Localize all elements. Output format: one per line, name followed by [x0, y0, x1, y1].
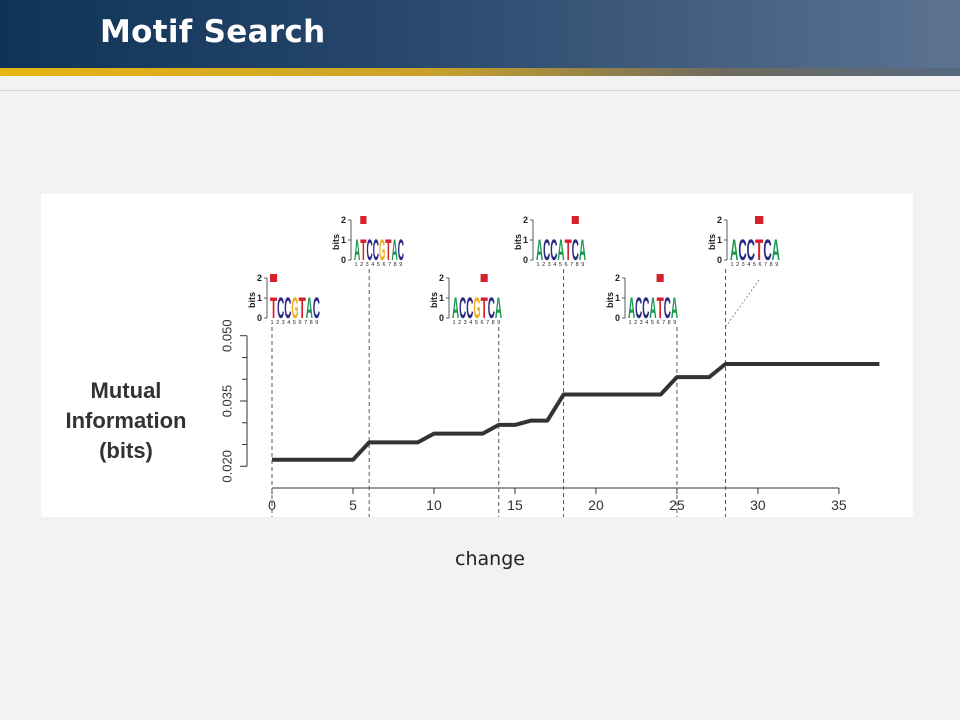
logo-axis-tick-label: 2 — [439, 273, 444, 283]
logo-axis-tick-label: 1 — [257, 293, 262, 303]
mutual-information-line — [272, 362, 880, 462]
sequence-logo: 012bits1 2 3 4 5 6 7 8 9A C C A T C A — [513, 215, 586, 268]
y-axis-label-line: Mutual — [91, 378, 162, 403]
logo-axis-label: bits — [247, 292, 257, 308]
logo-letter: A — [649, 292, 656, 325]
logo-letter: C — [466, 292, 473, 325]
logo-letter: A — [306, 292, 313, 325]
logo-letter: C — [747, 234, 755, 267]
logo-letter: A — [452, 292, 459, 325]
header-accent-bar — [0, 68, 960, 76]
logo-connector — [725, 279, 760, 328]
logo-letter: C — [550, 234, 557, 267]
logo-letter: A — [671, 292, 678, 325]
logo-marker — [656, 274, 664, 282]
logo-letter: G — [473, 292, 480, 325]
mutual-information-chart: Mutual Information (bits) 0.020 0.035 0.05… — [66, 215, 880, 517]
logo-letter: T — [481, 292, 488, 325]
y-axis-label-line: Information — [66, 408, 187, 433]
logo-marker — [270, 274, 278, 282]
logo-letter: A — [730, 234, 738, 267]
logo-letter: C — [543, 234, 550, 267]
y-axis-label-line: (bits) — [99, 438, 153, 463]
logo-letter: C — [488, 292, 495, 325]
logo-letter: A — [579, 234, 586, 267]
logo-axis-label: bits — [429, 292, 439, 308]
logo-letter: C — [284, 292, 291, 325]
logo-axis-tick-label: 0 — [523, 255, 528, 265]
sequence-logo: 012bits1 2 3 4 5 6 7 8 9A C C T C A — [707, 215, 780, 268]
logo-letter: A — [628, 292, 635, 325]
y-tick-label: 0.050 — [219, 319, 234, 352]
logo-letter: A — [557, 234, 564, 267]
logo-axis-tick-label: 0 — [615, 313, 620, 323]
logo-axis-tick-label: 0 — [341, 255, 346, 265]
logo-letter: C — [664, 292, 671, 325]
logo-axis-tick-label: 1 — [523, 235, 528, 245]
logo-axis-label: bits — [331, 234, 341, 250]
slide-title: Motif Search — [100, 14, 326, 50]
logo-marker — [480, 274, 488, 282]
logo-axis-tick-label: 2 — [341, 215, 346, 225]
logo-letter: T — [565, 234, 572, 267]
logo-marker — [360, 216, 367, 224]
logo-letter: G — [291, 292, 298, 325]
logo-marker — [571, 216, 579, 224]
logo-letter: T — [657, 292, 664, 325]
chart-axes: 0.0200.0350.05005101520253035 — [219, 319, 846, 513]
logo-axis-tick-label: 0 — [439, 313, 444, 323]
logo-axis-label: bits — [707, 234, 717, 250]
x-tick-label: 30 — [750, 497, 766, 513]
logo-marker — [755, 216, 764, 224]
sequence-logo: 012bits1 2 3 4 5 6 7 8 9T C C G T A C — [247, 273, 320, 326]
logo-letter: C — [398, 234, 404, 267]
logo-letter: T — [270, 292, 277, 325]
logo-letter: C — [635, 292, 642, 325]
x-tick-label: 15 — [507, 497, 523, 513]
y-axis-label: Mutual Information (bits) — [66, 378, 187, 463]
x-tick-label: 35 — [831, 497, 847, 513]
logo-letter: C — [277, 292, 284, 325]
sequence-logo: 012bits1 2 3 4 5 6 7 8 9A T C C G T A C — [331, 215, 404, 268]
logo-axis-tick-label: 2 — [523, 215, 528, 225]
slide-header: Motif Search — [0, 0, 960, 68]
logo-letter: A — [536, 234, 543, 267]
mutual-information-figure: Mutual Information (bits) 0.020 0.035 0.05… — [41, 194, 913, 517]
y-tick-label: 0.035 — [219, 385, 234, 418]
change-point-lines — [271, 269, 760, 517]
logo-letter: C — [572, 234, 579, 267]
logo-letter: T — [755, 234, 763, 267]
logo-axis-label: bits — [605, 292, 615, 308]
x-tick-label: 10 — [426, 497, 442, 513]
logo-axis-label: bits — [513, 234, 523, 250]
figure-caption: change — [455, 548, 525, 570]
logo-axis-tick-label: 2 — [717, 215, 722, 225]
logo-letter: C — [313, 292, 320, 325]
logo-letter: C — [738, 234, 746, 267]
logo-letter: C — [642, 292, 649, 325]
x-tick-label: 5 — [349, 497, 357, 513]
logo-axis-tick-label: 2 — [257, 273, 262, 283]
logo-axis-tick-label: 1 — [717, 235, 722, 245]
logo-letter: A — [495, 292, 502, 325]
logo-letter: T — [299, 292, 306, 325]
logo-axis-tick-label: 1 — [615, 293, 620, 303]
header-divider — [0, 90, 960, 91]
logo-letter: C — [763, 234, 771, 267]
logo-axis-tick-label: 1 — [439, 293, 444, 303]
logo-axis-tick-label: 0 — [257, 313, 262, 323]
logo-letter: A — [772, 234, 780, 267]
x-tick-label: 20 — [588, 497, 604, 513]
logo-axis-tick-label: 0 — [717, 255, 722, 265]
y-tick-label: 0.020 — [219, 450, 234, 483]
logo-letter: C — [459, 292, 466, 325]
logo-axis-tick-label: 1 — [341, 235, 346, 245]
sequence-logo: 012bits1 2 3 4 5 6 7 8 9A C C A T C A — [605, 273, 678, 326]
sequence-logo: 012bits1 2 3 4 5 6 7 8 9A C C G T C A — [429, 273, 502, 326]
sequence-logos: 012bits1 2 3 4 5 6 7 8 9T C C G T A C012bits1 2 3 4 5 6 7 8 9A… — [247, 215, 780, 326]
logo-axis-tick-label: 2 — [615, 273, 620, 283]
